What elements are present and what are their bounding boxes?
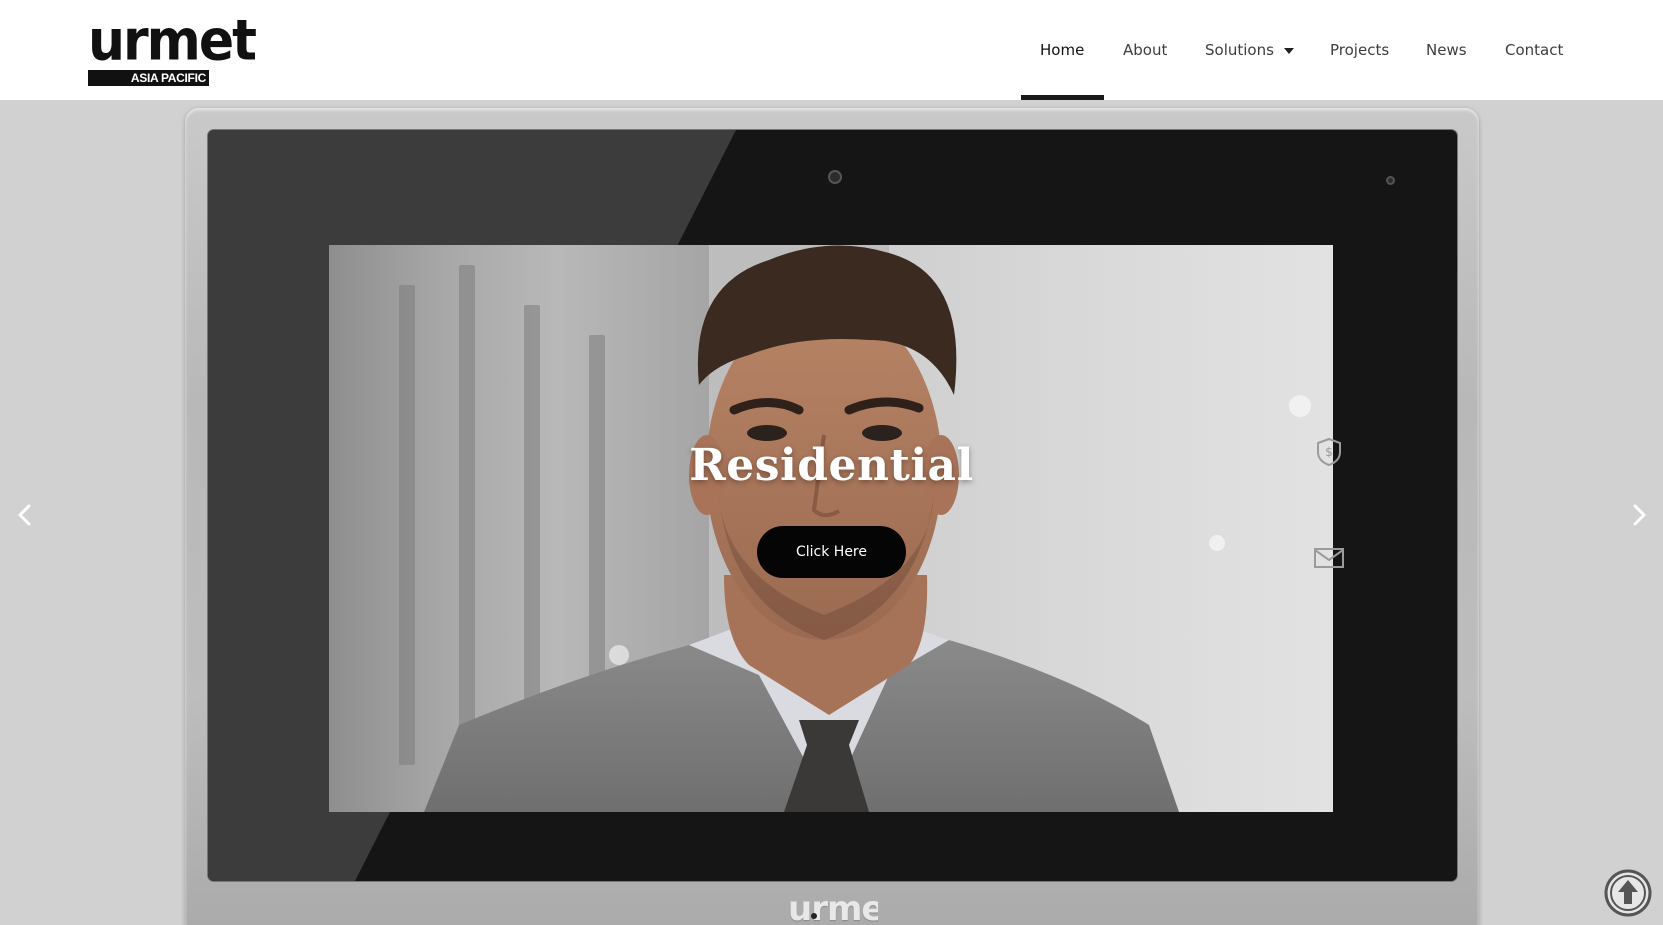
nav-label: Projects bbox=[1330, 41, 1390, 59]
hero-slider: $ Residential Click Here urmet bbox=[0, 100, 1663, 925]
caret-down-icon bbox=[1283, 48, 1294, 54]
site-header: urmet ASIA PACIFIC Home About Solutions … bbox=[0, 0, 1663, 100]
nav-item-contact[interactable]: Contact bbox=[1505, 0, 1563, 100]
chevron-right-icon[interactable] bbox=[1624, 500, 1654, 530]
logo-tagline: ASIA PACIFIC bbox=[88, 70, 209, 86]
nav-label: About bbox=[1123, 41, 1168, 59]
click-here-button[interactable]: Click Here bbox=[757, 526, 906, 578]
nav-label: News bbox=[1426, 41, 1467, 59]
nav-item-about[interactable]: About bbox=[1123, 0, 1167, 100]
nav-item-home[interactable]: Home bbox=[1040, 0, 1084, 100]
arrow-up-circle-icon[interactable] bbox=[1603, 868, 1653, 918]
chevron-left-icon[interactable] bbox=[10, 500, 40, 530]
nav-item-solutions[interactable]: Solutions bbox=[1205, 0, 1294, 100]
logo-wordmark: urmet bbox=[88, 8, 257, 74]
nav-item-projects[interactable]: Projects bbox=[1330, 0, 1389, 100]
nav-label: Solutions bbox=[1205, 41, 1274, 59]
nav-label: Contact bbox=[1505, 41, 1564, 59]
device-screen: $ bbox=[208, 130, 1457, 881]
slide-title: Residential bbox=[689, 440, 974, 491]
camera-lens-icon bbox=[828, 170, 842, 184]
sensor-icon bbox=[1386, 176, 1395, 185]
device-brand-logo: urmet bbox=[788, 894, 878, 925]
envelope-icon[interactable] bbox=[1314, 548, 1344, 568]
slider-pagination-dot[interactable] bbox=[811, 913, 817, 919]
brand-logo[interactable]: urmet ASIA PACIFIC bbox=[88, 8, 257, 88]
nav-item-news[interactable]: News bbox=[1426, 0, 1467, 100]
nav-label: Home bbox=[1040, 41, 1085, 59]
